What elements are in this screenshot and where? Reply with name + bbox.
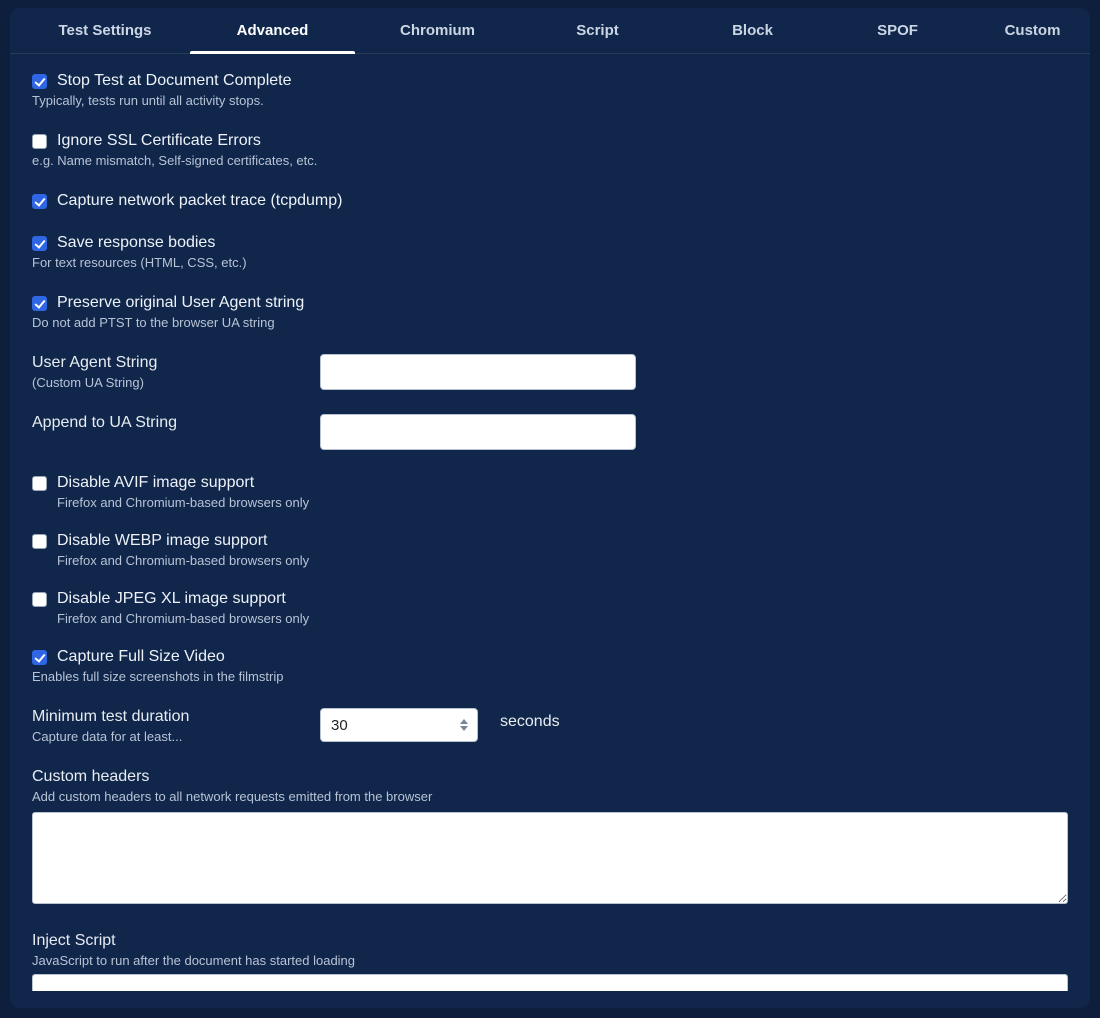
stop-doc-complete-checkbox[interactable] xyxy=(32,74,47,89)
disable-avif-label: Disable AVIF image support xyxy=(57,474,254,492)
save-bodies-label: Save response bodies xyxy=(57,234,215,252)
preserve-ua-label: Preserve original User Agent string xyxy=(57,294,304,312)
disable-webp-sub: Firefox and Chromium-based browsers only xyxy=(57,553,1068,568)
inject-script-sub: JavaScript to run after the document has… xyxy=(32,953,1068,968)
ignore-ssl-checkbox[interactable] xyxy=(32,134,47,149)
custom-headers-textarea[interactable] xyxy=(32,812,1068,904)
advanced-content: Stop Test at Document Complete Typically… xyxy=(10,54,1090,995)
ignore-ssl-sub: e.g. Name mismatch, Self-signed certific… xyxy=(32,153,1068,168)
advanced-settings-panel: Test Settings Advanced Chromium Script B… xyxy=(10,8,1090,1008)
inject-script-textarea[interactable] xyxy=(32,974,1068,991)
tab-block[interactable]: Block xyxy=(675,8,830,53)
tab-chromium[interactable]: Chromium xyxy=(355,8,520,53)
tab-script[interactable]: Script xyxy=(520,8,675,53)
ignore-ssl-label: Ignore SSL Certificate Errors xyxy=(57,132,261,150)
disable-jxl-label: Disable JPEG XL image support xyxy=(57,590,286,608)
chevron-up-icon[interactable] xyxy=(460,719,468,724)
preserve-ua-sub: Do not add PTST to the browser UA string xyxy=(32,315,1068,330)
full-video-checkbox[interactable] xyxy=(32,650,47,665)
ua-string-input[interactable] xyxy=(320,354,636,390)
tabs-bar: Test Settings Advanced Chromium Script B… xyxy=(10,8,1090,54)
custom-headers-label: Custom headers xyxy=(32,768,1068,786)
ua-string-sub: (Custom UA String) xyxy=(32,375,304,390)
disable-webp-checkbox[interactable] xyxy=(32,534,47,549)
ua-string-label: User Agent String xyxy=(32,354,304,372)
tab-custom[interactable]: Custom xyxy=(965,8,1100,53)
stop-doc-complete-label: Stop Test at Document Complete xyxy=(57,72,292,90)
chevron-down-icon[interactable] xyxy=(460,726,468,731)
full-video-label: Capture Full Size Video xyxy=(57,648,225,666)
min-duration-label: Minimum test duration xyxy=(32,708,304,726)
tcpdump-label: Capture network packet trace (tcpdump) xyxy=(57,192,342,210)
append-ua-input[interactable] xyxy=(320,414,636,450)
full-video-sub: Enables full size screenshots in the fil… xyxy=(32,669,1068,684)
disable-jxl-sub: Firefox and Chromium-based browsers only xyxy=(57,611,1068,626)
inject-script-label: Inject Script xyxy=(32,932,1068,950)
tab-advanced[interactable]: Advanced xyxy=(190,8,355,53)
min-duration-input[interactable] xyxy=(320,708,478,742)
disable-webp-label: Disable WEBP image support xyxy=(57,532,267,550)
tcpdump-checkbox[interactable] xyxy=(32,194,47,209)
save-bodies-checkbox[interactable] xyxy=(32,236,47,251)
append-ua-label: Append to UA String xyxy=(32,414,304,432)
disable-avif-sub: Firefox and Chromium-based browsers only xyxy=(57,495,1068,510)
min-duration-sub: Capture data for at least... xyxy=(32,729,304,744)
min-duration-spinner[interactable] xyxy=(460,712,474,738)
custom-headers-sub: Add custom headers to all network reques… xyxy=(32,789,1068,804)
save-bodies-sub: For text resources (HTML, CSS, etc.) xyxy=(32,255,1068,270)
disable-jxl-checkbox[interactable] xyxy=(32,592,47,607)
preserve-ua-checkbox[interactable] xyxy=(32,296,47,311)
tab-test-settings[interactable]: Test Settings xyxy=(20,8,190,53)
min-duration-unit: seconds xyxy=(500,713,560,731)
disable-avif-checkbox[interactable] xyxy=(32,476,47,491)
stop-doc-complete-sub: Typically, tests run until all activity … xyxy=(32,93,1068,108)
tab-spof[interactable]: SPOF xyxy=(830,8,965,53)
